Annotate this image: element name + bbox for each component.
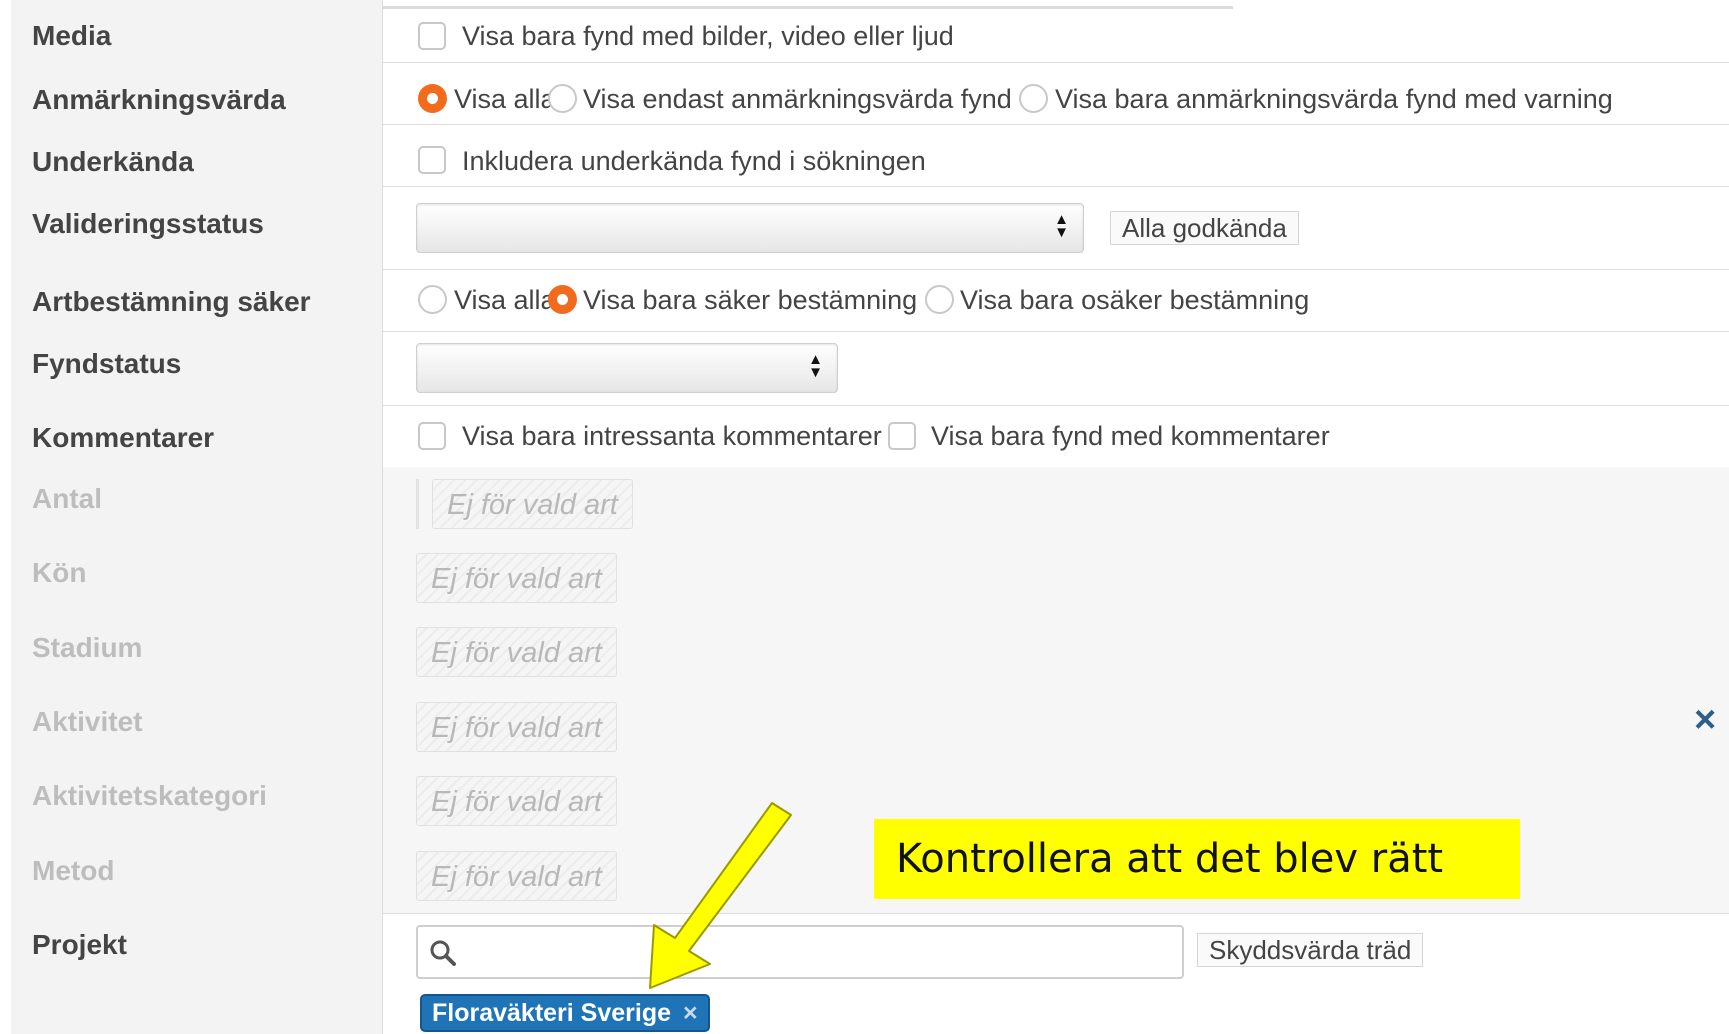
label-projekt: Projekt bbox=[32, 929, 127, 960]
radio-saker-bestamning[interactable] bbox=[548, 285, 577, 314]
radio-label-anmarkningsvarda-med-varning: Visa bara anmärkningsvärda fynd med varn… bbox=[1055, 84, 1613, 114]
skyddsvarda-trad-button[interactable]: Skyddsvärda träd bbox=[1197, 933, 1424, 967]
row-artbestamning: Artbestämning säker Visa alla Visa bara … bbox=[11, 269, 1729, 332]
radio-visa-alla[interactable] bbox=[418, 84, 447, 113]
row-anmarkningsvarda: Anmärkningsvärda Visa alla Visa endast a… bbox=[11, 62, 1729, 125]
row-underkanda: Underkända Inkludera underkända fynd i s… bbox=[11, 124, 1729, 187]
projekt-search-input[interactable] bbox=[416, 925, 1184, 979]
media-checkbox-label: Visa bara fynd med bilder, video eller l… bbox=[462, 21, 954, 51]
kon-disabled-field: Ej för vald art bbox=[416, 553, 617, 603]
radio-label-osaker-bestamning: Visa bara osäker bestämning bbox=[960, 285, 1310, 315]
row-valideringsstatus: Valideringsstatus ▲ ▼ Alla godkända bbox=[11, 186, 1729, 270]
row-media: Media Visa bara fynd med bilder, video e… bbox=[11, 0, 1729, 63]
row-stadium: Stadium Ej för vald art bbox=[11, 615, 1729, 691]
fynd-med-kommentarer-checkbox[interactable] bbox=[888, 422, 916, 450]
underkanda-checkbox-label: Inkludera underkända fynd i sökningen bbox=[462, 146, 926, 176]
label-fyndstatus: Fyndstatus bbox=[32, 348, 182, 379]
radio-osaker-bestamning[interactable] bbox=[925, 285, 954, 314]
radio-label-visa-alla: Visa alla bbox=[454, 84, 556, 114]
aktivitetskategori-disabled-field: Ej för vald art bbox=[416, 776, 617, 826]
valideringsstatus-select[interactable]: ▲ ▼ bbox=[416, 203, 1084, 253]
row-aktivitet: Aktivitet Ej för vald art bbox=[11, 690, 1729, 765]
intressanta-kommentarer-label: Visa bara intressanta kommentarer bbox=[462, 421, 882, 451]
radio-art-visa-alla[interactable] bbox=[418, 285, 447, 314]
radio-label-art-visa-alla: Visa alla bbox=[454, 285, 556, 315]
row-antal: Antal Ej för vald art bbox=[11, 467, 1729, 542]
radio-anmarkningsvarda-med-varning[interactable] bbox=[1019, 84, 1048, 113]
intressanta-kommentarer-checkbox[interactable] bbox=[418, 422, 446, 450]
stadium-disabled-field: Ej för vald art bbox=[416, 627, 617, 677]
select-arrows-icon: ▲ ▼ bbox=[808, 351, 823, 381]
label-underkanda: Underkända bbox=[32, 146, 194, 177]
radio-label-saker-bestamning: Visa bara säker bestämning bbox=[583, 285, 918, 315]
metod-disabled-field: Ej för vald art bbox=[416, 851, 617, 901]
aktivitet-disabled-field: Ej för vald art bbox=[416, 702, 617, 752]
label-aktivitet: Aktivitet bbox=[32, 706, 143, 737]
media-checkbox[interactable] bbox=[418, 22, 446, 50]
label-artbestamning: Artbestämning säker bbox=[32, 286, 311, 317]
fyndstatus-select[interactable]: ▲ ▼ bbox=[416, 343, 838, 393]
label-valideringsstatus: Valideringsstatus bbox=[32, 208, 264, 239]
label-antal: Antal bbox=[32, 483, 102, 514]
underkanda-checkbox[interactable] bbox=[418, 146, 446, 174]
tag-label: Floraväkteri Sverige bbox=[432, 999, 672, 1027]
remove-tag-icon[interactable]: × bbox=[683, 999, 698, 1027]
field-edge bbox=[416, 479, 419, 529]
close-icon[interactable]: × bbox=[1694, 701, 1716, 739]
label-stadium: Stadium bbox=[32, 632, 143, 663]
search-icon bbox=[430, 940, 456, 966]
label-kon: Kön bbox=[32, 557, 87, 588]
annotation-callout: Kontrollera att det blev rätt bbox=[874, 819, 1520, 899]
row-kommentarer: Kommentarer Visa bara intressanta kommen… bbox=[11, 405, 1729, 468]
row-fyndstatus: Fyndstatus ▲ ▼ bbox=[11, 331, 1729, 406]
label-metod: Metod bbox=[32, 855, 115, 886]
row-kon: Kön Ej för vald art bbox=[11, 541, 1729, 616]
label-media: Media bbox=[32, 20, 112, 51]
select-arrows-icon: ▲ ▼ bbox=[1054, 211, 1069, 241]
alla-godkanda-button[interactable]: Alla godkända bbox=[1110, 211, 1299, 245]
label-kommentarer: Kommentarer bbox=[32, 422, 215, 453]
fynd-med-kommentarer-label: Visa bara fynd med kommentarer bbox=[931, 421, 1330, 451]
radio-label-endast-anmarkningsvarda: Visa endast anmärkningsvärda fynd bbox=[583, 84, 1012, 114]
label-aktivitetskategori: Aktivitetskategori bbox=[32, 780, 267, 811]
row-projekt: Projekt Skyddsvärda träd Floraväkteri Sv… bbox=[11, 913, 1729, 1034]
selected-project-tag: Floraväkteri Sverige × bbox=[420, 994, 710, 1032]
label-anmarkningsvarda: Anmärkningsvärda bbox=[32, 84, 286, 115]
antal-disabled-field: Ej för vald art bbox=[432, 479, 633, 529]
radio-endast-anmarkningsvarda[interactable] bbox=[548, 84, 577, 113]
